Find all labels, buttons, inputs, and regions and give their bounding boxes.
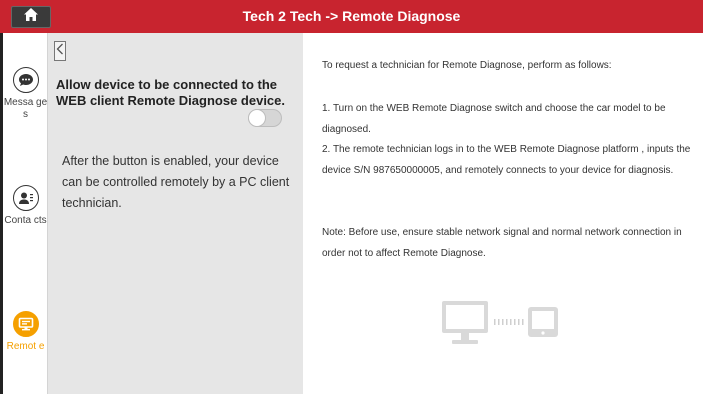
- panel-heading: Allow device to be connected to the WEB …: [56, 77, 286, 108]
- pc-to-device-illustration: [440, 295, 580, 351]
- instructions-steps: 1. Turn on the WEB Remote Diagnose switc…: [322, 99, 702, 181]
- remote-desktop-icon: [12, 311, 39, 337]
- sidebar-item-label: Messa ges: [3, 97, 48, 120]
- sidebar-item-contacts[interactable]: Conta cts: [3, 185, 48, 227]
- sidebar-item-label: Conta cts: [4, 215, 47, 226]
- title-bar: Tech 2 Tech -> Remote Diagnose: [0, 0, 703, 33]
- page-title: Tech 2 Tech -> Remote Diagnose: [242, 8, 461, 24]
- toggle-knob: [248, 109, 266, 127]
- instruction-step-2: 2. The remote technician logs in to the …: [322, 144, 691, 176]
- web-remote-diagnose-toggle[interactable]: [248, 109, 282, 127]
- back-button[interactable]: [54, 41, 66, 61]
- sidebar-item-remote[interactable]: Remot e: [3, 311, 48, 353]
- chat-bubble-icon: [12, 67, 39, 93]
- remote-settings-panel: Allow device to be connected to the WEB …: [48, 33, 303, 394]
- contact-card-icon: [12, 185, 39, 211]
- instructions-content: To request a technician for Remote Diagn…: [303, 33, 703, 394]
- sidebar: Messa ges Conta cts Remot e: [0, 33, 48, 394]
- instructions-intro: To request a technician for Remote Diagn…: [322, 60, 612, 71]
- chevron-left-icon: [56, 42, 64, 60]
- panel-description: After the button is enabled, your device…: [62, 154, 290, 210]
- sidebar-item-label: Remot e: [6, 341, 45, 352]
- connection-icon: [442, 301, 558, 344]
- sidebar-item-messages[interactable]: Messa ges: [3, 67, 48, 121]
- instruction-step-1: 1. Turn on the WEB Remote Diagnose switc…: [322, 103, 666, 135]
- instructions-note: Note: Before use, ensure stable network …: [322, 227, 682, 259]
